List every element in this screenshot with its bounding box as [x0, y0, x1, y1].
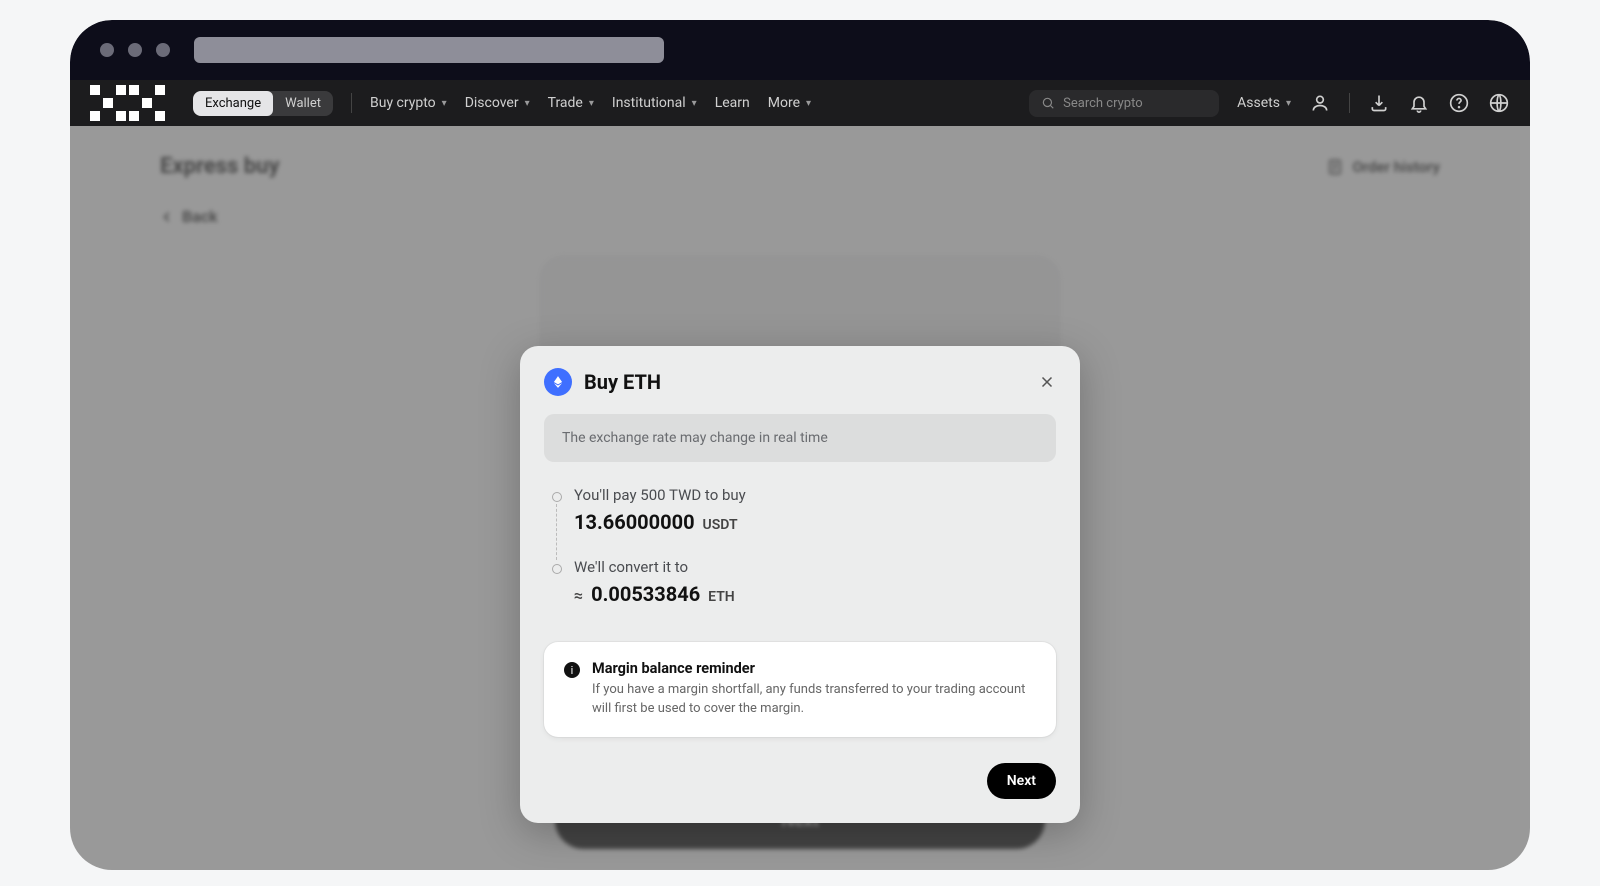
download-icon[interactable]	[1368, 92, 1390, 114]
search-placeholder: Search crypto	[1063, 96, 1142, 111]
buy-modal-wrap: Buy ETH The exchange rate may change in …	[520, 346, 1080, 823]
page-body: Express buy Order history Back Next	[70, 126, 1530, 870]
info-icon: i	[564, 662, 580, 678]
margin-reminder-card: i Margin balance reminder If you have a …	[544, 642, 1056, 737]
mode-switch: Exchange Wallet	[193, 91, 333, 116]
step-convert: We'll convert it to ≈ 0.00533846 ETH	[552, 558, 1056, 630]
search-box[interactable]: Search crypto	[1029, 90, 1219, 117]
step-convert-label: We'll convert it to	[574, 558, 1056, 576]
next-button[interactable]: Next	[987, 763, 1056, 799]
nav-learn[interactable]: Learn	[715, 95, 750, 111]
device-frame: Exchange Wallet Buy crypto Discover Trad…	[70, 20, 1530, 870]
nav-separator	[351, 93, 352, 113]
search-icon	[1041, 96, 1055, 110]
step-convert-amount: 0.00533846	[591, 582, 700, 606]
tab-exchange[interactable]: Exchange	[193, 91, 273, 116]
step-pay: You'll pay 500 TWD to buy 13.66000000 US…	[552, 486, 1056, 558]
traffic-dot-green	[156, 43, 170, 57]
traffic-dot-yellow	[128, 43, 142, 57]
rate-banner: The exchange rate may change in real tim…	[544, 414, 1056, 462]
nav-discover[interactable]: Discover	[465, 95, 530, 111]
nav-buy-crypto[interactable]: Buy crypto	[370, 95, 447, 111]
okx-logo[interactable]	[90, 85, 165, 121]
tab-wallet[interactable]: Wallet	[273, 91, 333, 116]
url-bar[interactable]	[194, 37, 664, 63]
modal-title: Buy ETH	[584, 370, 1026, 394]
step-pay-unit: USDT	[703, 517, 738, 533]
eth-icon	[544, 368, 572, 396]
buy-modal: Buy ETH The exchange rate may change in …	[520, 346, 1080, 823]
nav-institutional[interactable]: Institutional	[612, 95, 697, 111]
nav-separator	[1349, 93, 1350, 113]
margin-reminder-title: Margin balance reminder	[592, 660, 1036, 677]
step-convert-unit: ETH	[708, 589, 735, 605]
help-icon[interactable]	[1448, 92, 1470, 114]
conversion-steps: You'll pay 500 TWD to buy 13.66000000 US…	[544, 486, 1056, 630]
nav-assets[interactable]: Assets	[1237, 95, 1291, 111]
step-pay-label: You'll pay 500 TWD to buy	[574, 486, 1056, 504]
globe-icon[interactable]	[1488, 92, 1510, 114]
nav-trade[interactable]: Trade	[548, 95, 594, 111]
user-icon[interactable]	[1309, 92, 1331, 114]
top-nav: Exchange Wallet Buy crypto Discover Trad…	[70, 80, 1530, 126]
bell-icon[interactable]	[1408, 92, 1430, 114]
browser-bar	[70, 20, 1530, 80]
traffic-dot-red	[100, 43, 114, 57]
approx-symbol: ≈	[574, 586, 583, 605]
nav-more[interactable]: More	[768, 95, 811, 111]
close-icon[interactable]	[1038, 373, 1056, 391]
step-pay-amount: 13.66000000	[574, 510, 695, 534]
margin-reminder-body: If you have a margin shortfall, any fund…	[592, 681, 1036, 719]
